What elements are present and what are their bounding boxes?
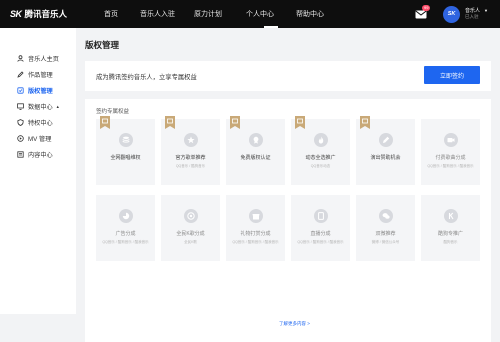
sidebar-item-label: 版权管理	[28, 87, 53, 95]
chart-icon	[17, 102, 24, 110]
mail-badge: 99	[422, 4, 431, 11]
benefit-show-sponsor[interactable]: 演出赞助机会	[356, 116, 415, 185]
video-icon	[443, 133, 458, 147]
nav-help[interactable]: 帮助中心	[296, 0, 344, 28]
banner-text: 成为腾讯签约音乐人，立享专属权益	[96, 73, 197, 81]
benefit-social-recommend[interactable]: 双微推荐 微博 / 微信公众号	[356, 195, 415, 261]
benefit-name: 全网翻唱维权	[110, 155, 141, 161]
mic-icon	[378, 133, 393, 147]
ribbon-icon	[295, 116, 305, 129]
user-menu[interactable]: 音乐人 ▼ 已入驻	[465, 8, 488, 20]
k-icon	[443, 209, 458, 223]
benefits-title: 签约专属权益	[96, 109, 130, 115]
logo-mark: SK	[10, 9, 22, 19]
sidebar-item-label: MV 管理	[28, 135, 52, 143]
benefit-name: 演出赞助机会	[370, 155, 401, 161]
ribbon-icon	[165, 116, 175, 129]
main-nav: 首页 音乐人入驻 原力计划 个人中心 帮助中心	[92, 0, 344, 28]
sidebar-item-content[interactable]: 内容中心	[0, 146, 76, 162]
logo-text: 腾讯音乐人	[24, 9, 68, 19]
benefit-cover-protection[interactable]: 全网翻唱维权	[96, 116, 155, 185]
avatar[interactable]: SK	[443, 5, 461, 23]
benefit-name: 免费版权认证	[240, 155, 271, 161]
benefit-name: 付费歌曲分成	[435, 155, 466, 161]
mail-icon[interactable]: 99	[415, 4, 431, 19]
sidebar-item-home[interactable]: 音乐人主页	[0, 50, 76, 66]
benefit-name: 礼物打赏分成	[240, 231, 271, 237]
sidebar-item-label: 作品管理	[28, 71, 53, 79]
benefit-name: 直播分成	[310, 231, 331, 237]
benefit-karaoke-share[interactable]: 全民K歌分成 全民K歌	[161, 195, 220, 261]
globe-icon	[183, 209, 198, 223]
badge-icon	[248, 133, 263, 147]
sidebar-item-mv[interactable]: MV 管理	[0, 130, 76, 146]
sidebar-item-label: 特权中心	[28, 119, 53, 127]
ribbon-icon	[100, 116, 110, 129]
flame-icon	[313, 133, 328, 147]
database-icon	[118, 133, 133, 147]
mv-icon	[17, 134, 24, 142]
user-role: 已入驻	[465, 14, 479, 19]
benefit-name: 动态全选推广	[305, 155, 336, 161]
benefit-platforms: QQ音乐 / 酷狗音乐	[175, 164, 206, 168]
nav-join[interactable]: 音乐人入驻	[140, 0, 194, 28]
privilege-icon	[17, 118, 24, 126]
benefit-copyright-cert[interactable]: 免费版权认证	[226, 116, 285, 185]
gift-icon	[248, 209, 263, 223]
benefit-platforms: QQ音乐 / 酷狗音乐 / 酷我音乐	[102, 240, 149, 244]
top-navbar: SK 腾讯音乐人 首页 音乐人入驻 原力计划 个人中心 帮助中心 99 SK 音…	[0, 0, 500, 28]
star-icon	[183, 133, 198, 147]
benefit-platforms: QQ音乐 / 酷狗音乐 / 酷我音乐	[297, 240, 344, 244]
nav-home[interactable]: 首页	[104, 0, 140, 28]
benefit-platforms: QQ音乐 / 酷狗音乐 / 酷我音乐	[427, 164, 474, 168]
benefit-platforms: 酷狗音乐	[443, 240, 458, 244]
content-icon	[17, 150, 24, 158]
sign-now-button[interactable]: 立即签约	[424, 66, 480, 84]
page-title: 版权管理	[85, 40, 120, 50]
sidebar-item-label: 数据中心	[28, 103, 53, 111]
user-icon	[17, 54, 24, 62]
benefit-name: 官方歌单推荐	[175, 155, 206, 161]
benefit-name: 全民K歌分成	[176, 231, 205, 237]
sign-banner: 成为腾讯签约音乐人，立享专属权益 立即签约	[85, 61, 491, 91]
main-content: 版权管理 成为腾讯签约音乐人，立享专属权益 立即签约 签约专属权益 全网翻唱维权…	[76, 28, 500, 342]
benefit-name: 酷狗专推广	[437, 231, 463, 237]
benefit-platforms: QQ音乐动态	[310, 164, 331, 168]
benefit-gift-share[interactable]: 礼物打赏分成 QQ音乐 / 酷狗音乐 / 酷我音乐	[226, 195, 285, 261]
nav-force-plan[interactable]: 原力计划	[194, 0, 246, 28]
benefit-name: 广告分成	[115, 231, 136, 237]
sidebar: 音乐人主页 作品管理 版权管理 数据中心 ▲ 特权中心 MV 管理 内容中心	[0, 28, 76, 314]
benefit-name: 双微推荐	[375, 231, 396, 237]
benefit-ads-share[interactable]: 广告分成 QQ音乐 / 酷狗音乐 / 酷我音乐	[96, 195, 155, 261]
nav-personal-center[interactable]: 个人中心	[246, 0, 296, 28]
benefit-live-share[interactable]: 直播分成 QQ音乐 / 酷狗音乐 / 酷我音乐	[291, 195, 350, 261]
edit-icon	[17, 70, 24, 78]
pie-icon	[118, 209, 133, 223]
sidebar-item-label: 音乐人主页	[28, 55, 59, 63]
tablet-icon	[313, 209, 328, 223]
sidebar-item-copyright[interactable]: 版权管理	[0, 82, 76, 98]
ribbon-icon	[230, 116, 240, 129]
benefit-feed-promotion[interactable]: 动态全选推广 QQ音乐动态	[291, 116, 350, 185]
benefit-paid-songs[interactable]: 付费歌曲分成 QQ音乐 / 酷狗音乐 / 酷我音乐	[421, 119, 480, 185]
sidebar-item-label: 内容中心	[28, 151, 53, 159]
benefit-platforms: 微博 / 微信公众号	[371, 240, 400, 244]
sidebar-item-works[interactable]: 作品管理	[0, 66, 76, 82]
expand-icon: ▲	[55, 103, 60, 109]
ribbon-icon	[360, 116, 370, 129]
sidebar-item-data[interactable]: 数据中心 ▲	[0, 98, 76, 114]
benefits-card: 签约专属权益 全网翻唱维权 官方歌单推荐 QQ音乐 / 酷狗音乐 免费版权认证	[85, 99, 491, 342]
sidebar-item-privilege[interactable]: 特权中心	[0, 114, 76, 130]
learn-more-link[interactable]: 了解更多内容 >	[279, 321, 310, 327]
benefit-platforms: QQ音乐 / 酷狗音乐 / 酷我音乐	[232, 240, 279, 244]
benefit-kugou-promotion[interactable]: 酷狗专推广 酷狗音乐	[421, 195, 480, 261]
benefit-platforms: 全民K歌	[184, 240, 197, 244]
logo[interactable]: SK 腾讯音乐人	[10, 8, 92, 20]
benefit-playlist-recommend[interactable]: 官方歌单推荐 QQ音乐 / 酷狗音乐	[161, 116, 220, 185]
wechat-icon	[378, 209, 393, 223]
copyright-icon	[17, 86, 24, 94]
